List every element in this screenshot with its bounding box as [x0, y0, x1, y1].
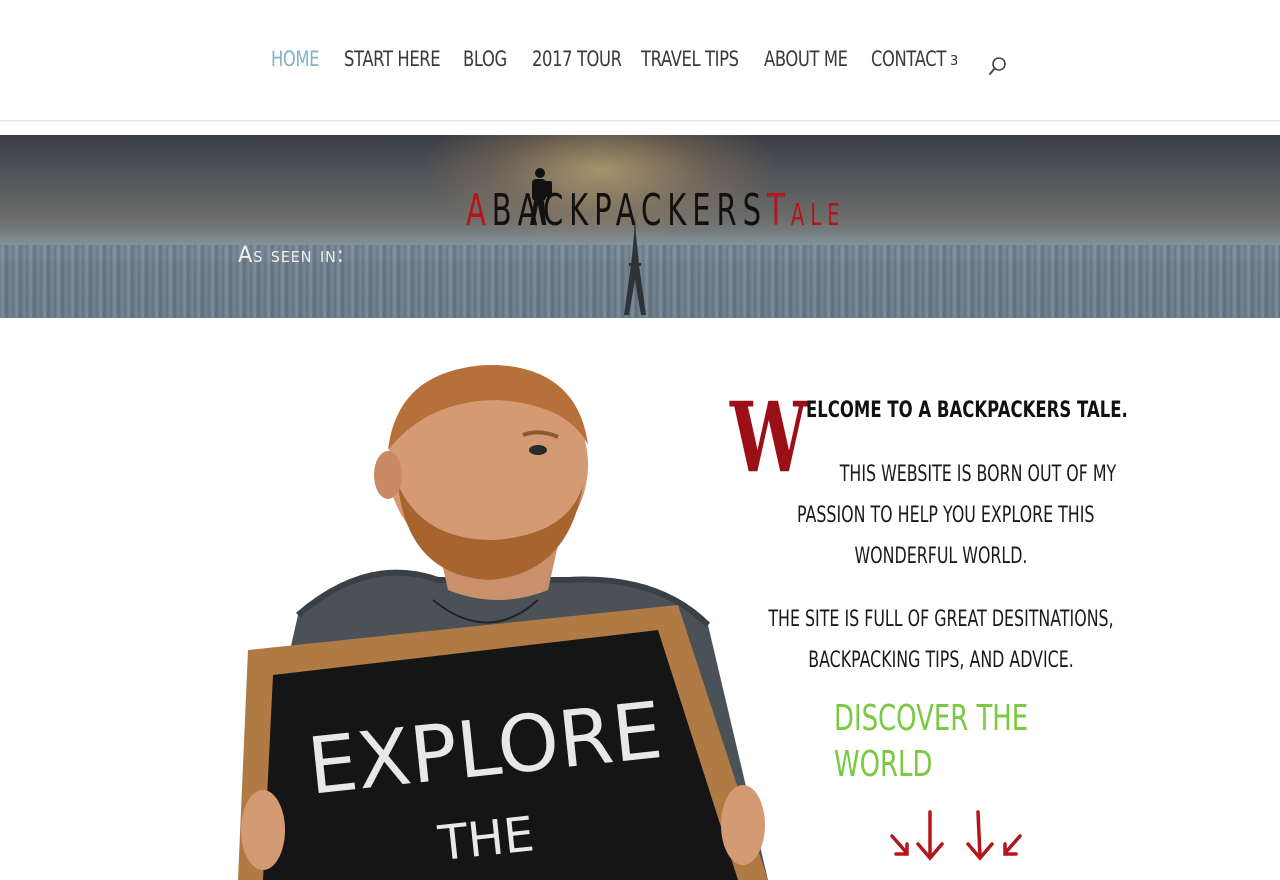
- site-logo[interactable]: A BACKPACKERS T ALE: [466, 185, 840, 240]
- nav-item-home[interactable]: HOME: [271, 47, 333, 77]
- nav-item-travel-tips-label: TRAVEL TIPS: [641, 47, 739, 71]
- intro-line-1: THIS WEBSITE IS BORN OUT OF MY: [839, 462, 1117, 487]
- chevron-down-icon[interactable]: 3: [950, 54, 958, 69]
- nav-item-blog-label: BLOG: [463, 47, 507, 71]
- nav-item-about-me-label: ABOUT ME: [764, 47, 848, 71]
- logo-word-ale: ALE: [790, 198, 846, 233]
- discover-the-world-heading: DISCOVER THE WORLD: [834, 696, 1028, 788]
- man-with-chalkboard-image: EXPLORE THE: [238, 365, 768, 880]
- as-seen-in-label: As seen in:: [238, 243, 345, 268]
- nav-item-2017-tour-label: 2017 TOUR: [532, 47, 622, 71]
- nav-item-2017-tour[interactable]: 2017 TOUR: [532, 47, 647, 77]
- nav-item-about-me[interactable]: ABOUT ME: [764, 47, 871, 77]
- discover-line-2: WORLD: [834, 744, 933, 785]
- logo-letter-a: A: [466, 185, 492, 236]
- search-icon[interactable]: [988, 56, 1008, 76]
- intro-line-2: PASSION TO HELP YOU EXPLORE THIS: [797, 503, 1095, 528]
- hero-banner: A BACKPACKERS T ALE As seen in:: [0, 135, 1280, 318]
- nav-item-blog[interactable]: BLOG: [463, 47, 519, 77]
- nav-item-travel-tips[interactable]: TRAVEL TIPS: [641, 47, 766, 77]
- site-description-line-2: BACKPACKING TIPS, AND ADVICE.: [808, 648, 1074, 673]
- intro-line-3: WONDERFUL WORLD.: [854, 544, 1028, 569]
- nav-item-contact-label: CONTACT: [871, 47, 946, 71]
- profile-photo: EXPLORE THE: [238, 365, 768, 880]
- top-navigation-bar: HOME START HERE BLOG 2017 TOUR TRAVEL TI…: [0, 0, 1280, 121]
- discover-line-1: DISCOVER THE: [834, 698, 1029, 739]
- welcome-headline: ELCOME TO A BACKPACKERS TALE.: [806, 398, 1128, 423]
- site-description-line-1: THE SITE IS FULL OF GREAT DESITNATIONS,: [768, 607, 1114, 632]
- nav-item-start-here-label: START HERE: [344, 47, 441, 71]
- down-arrows-icon: [890, 810, 1022, 861]
- nav-item-start-here[interactable]: START HERE: [344, 47, 467, 77]
- backpacker-silhouette-icon: [530, 168, 552, 225]
- chalkboard-text-the: THE: [435, 806, 537, 872]
- nav-item-home-label: HOME: [271, 47, 320, 71]
- logo-letter-t: T: [767, 185, 791, 236]
- welcome-dropcap: W: [730, 381, 808, 494]
